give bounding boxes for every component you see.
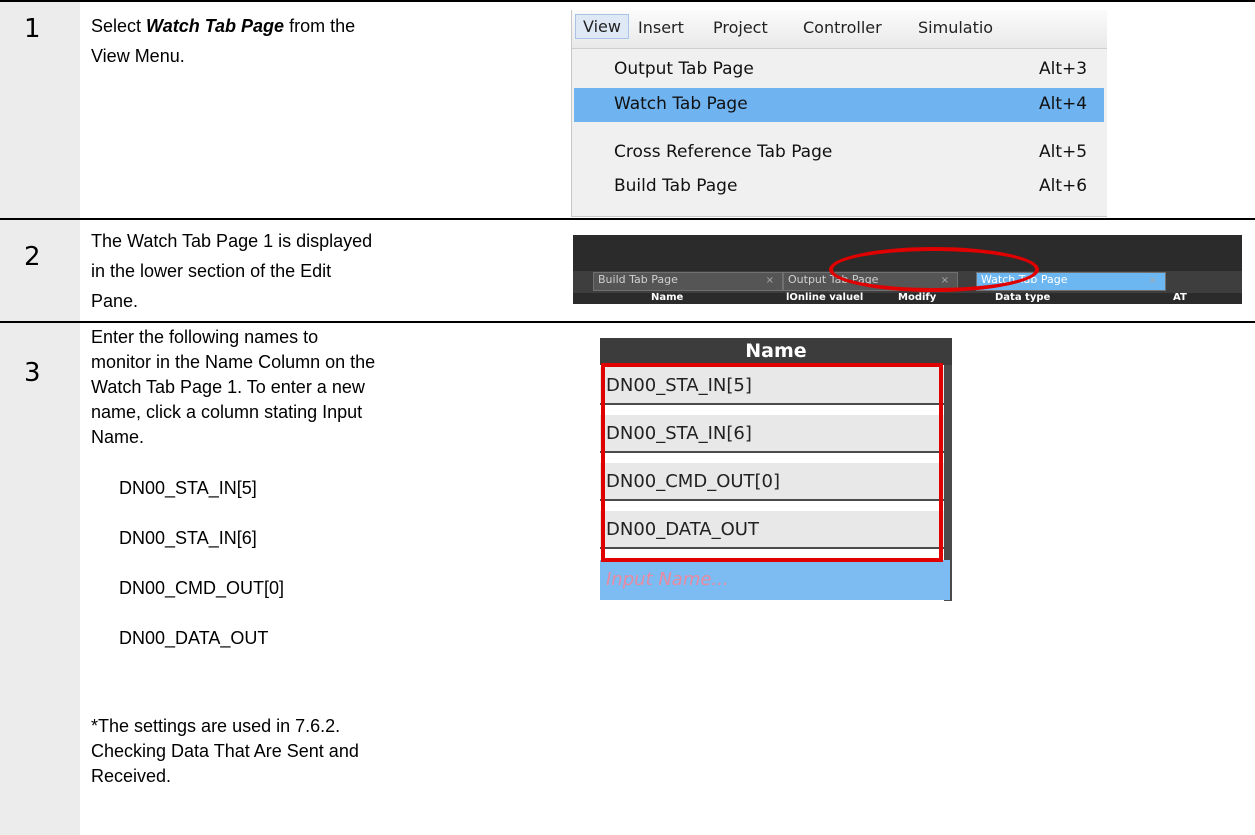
step-text: Select (91, 16, 147, 36)
step-emphasis: Watch Tab Page (146, 16, 285, 36)
menu-item-label: Build Tab Page (614, 176, 738, 196)
menu-item-shortcut: Alt+4 (1039, 94, 1088, 114)
view-menu-screenshot: View Insert Project Controller Simulatio… (571, 10, 1107, 217)
menu-controller[interactable]: Controller (803, 18, 882, 37)
menu-item-cross-reference-tab-page[interactable]: Cross Reference Tab Page Alt+5 (574, 136, 1104, 170)
menu-item-label: Output Tab Page (614, 59, 754, 79)
menu-view[interactable]: View (575, 14, 629, 39)
menu-item-label: Watch Tab Page (614, 94, 748, 114)
highlight-box (601, 363, 943, 562)
name-list-item: DN00_CMD_OUT[0] (119, 578, 285, 598)
step-number: 2 (24, 242, 41, 272)
menu-item-shortcut: Alt+6 (1039, 176, 1088, 196)
input-name-field[interactable]: Input Name... (600, 560, 950, 600)
name-list-item: DN00_STA_IN[5] (119, 478, 257, 498)
menu-insert[interactable]: Insert (638, 18, 684, 37)
menu-item-output-tab-page[interactable]: Output Tab Page Alt+3 (574, 53, 1104, 87)
close-icon[interactable]: × (1149, 275, 1157, 286)
step-description: Select Watch Tab Page from the View Menu… (91, 11, 355, 71)
menu-project[interactable]: Project (713, 18, 768, 37)
name-list-item: DN00_STA_IN[6] (119, 528, 257, 548)
menu-item-shortcut: Alt+5 (1039, 142, 1088, 162)
column-header-data-type[interactable]: Data type (995, 292, 1050, 304)
divider (0, 218, 1255, 220)
step-description: The Watch Tab Page 1 is displayed in the… (91, 231, 373, 311)
name-column-header[interactable]: Name (600, 338, 952, 365)
column-header-at[interactable]: AT (1173, 292, 1187, 304)
step-number: 3 (24, 358, 41, 388)
step-number-column (0, 0, 80, 835)
step-note: *The settings are used in 7.6.2. Checkin… (91, 716, 359, 786)
menu-item-watch-tab-page[interactable]: Watch Tab Page Alt+4 (574, 88, 1104, 122)
name-list-item: DN00_DATA_OUT (119, 628, 269, 648)
step-description: Enter the following names to monitor in … (91, 327, 376, 447)
menu-item-build-tab-page[interactable]: Build Tab Page Alt+6 (574, 170, 1104, 204)
step-number: 1 (24, 14, 41, 44)
name-list: DN00_STA_IN[5] DN00_STA_IN[6] DN00_CMD_O… (119, 451, 284, 676)
menu-bar: View Insert Project Controller Simulatio (572, 10, 1107, 49)
divider (0, 0, 1255, 2)
menu-simulation[interactable]: Simulatio (918, 18, 993, 37)
menu-item-label: Cross Reference Tab Page (614, 142, 833, 162)
menu-item-shortcut: Alt+3 (1039, 59, 1088, 79)
